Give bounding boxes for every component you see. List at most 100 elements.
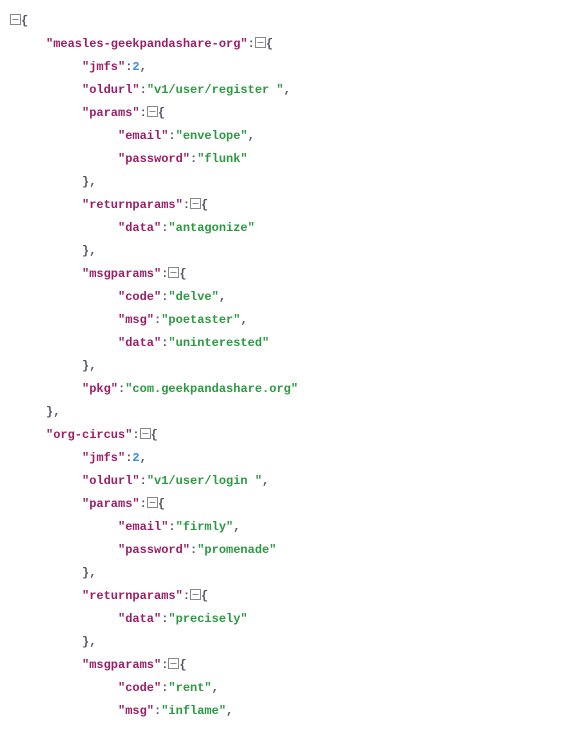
json-line: "returnparams": { — [10, 194, 576, 217]
json-punct: { — [158, 497, 165, 511]
json-line: }, — [10, 562, 576, 585]
json-key: "code" — [118, 681, 161, 695]
json-line: "jmfs":2, — [10, 447, 576, 470]
json-line: "code":"rent", — [10, 677, 576, 700]
json-key: "msgparams" — [82, 267, 161, 281]
json-key: "pkg" — [82, 382, 118, 396]
json-punct: , — [262, 474, 269, 488]
json-string: "inflame" — [161, 704, 226, 718]
json-string: "promenade" — [197, 543, 276, 557]
collapse-toggle-icon[interactable] — [168, 267, 179, 278]
json-line: "oldurl":"v1/user/login ", — [10, 470, 576, 493]
json-punct: : — [183, 589, 190, 603]
json-line: "password":"promenade" — [10, 539, 576, 562]
json-string: "rent" — [168, 681, 211, 695]
json-line: "measles-geekpandashare-org": { — [10, 33, 576, 56]
json-line: "params": { — [10, 493, 576, 516]
json-key: "data" — [118, 221, 161, 235]
json-line: "oldurl":"v1/user/register ", — [10, 79, 576, 102]
json-punct: { — [158, 106, 165, 120]
json-punct: : — [161, 267, 168, 281]
collapse-toggle-icon[interactable] — [190, 589, 201, 600]
json-line: "data":"antagonize" — [10, 217, 576, 240]
json-line: "returnparams":{ — [10, 585, 576, 608]
json-string: "delve" — [168, 290, 218, 304]
json-string: "antagonize" — [168, 221, 254, 235]
json-punct: : — [140, 497, 147, 511]
json-line: "code":"delve", — [10, 286, 576, 309]
json-line: "data":"precisely" — [10, 608, 576, 631]
json-string: "v1/user/register " — [147, 83, 284, 97]
json-punct: : — [248, 37, 255, 51]
json-line: "msgparams":{ — [10, 654, 576, 677]
json-key: "code" — [118, 290, 161, 304]
collapse-toggle-icon[interactable] — [255, 37, 266, 48]
json-punct: }, — [82, 359, 96, 373]
json-punct: , — [212, 681, 219, 695]
json-line: "pkg":"com.geekpandashare.org" — [10, 378, 576, 401]
json-key: "oldurl" — [82, 83, 140, 97]
json-key: "msg" — [118, 704, 154, 718]
json-line: "jmfs":2, — [10, 56, 576, 79]
json-key: "measles-geekpandashare-org" — [46, 37, 248, 51]
collapse-toggle-icon[interactable] — [168, 658, 179, 669]
json-line: "org-circus": { — [10, 424, 576, 447]
collapse-toggle-icon[interactable] — [147, 497, 158, 508]
json-key: "jmfs" — [82, 60, 125, 74]
json-punct: , — [240, 313, 247, 327]
json-line: "msg":"inflame", — [10, 700, 576, 723]
json-punct: }, — [82, 635, 96, 649]
json-punct: , — [140, 60, 147, 74]
json-punct: }, — [46, 405, 60, 419]
json-line: }, — [10, 355, 576, 378]
json-key: "returnparams" — [82, 198, 183, 212]
json-punct: { — [21, 14, 28, 28]
json-line: }, — [10, 240, 576, 263]
json-string: "flunk" — [197, 152, 247, 166]
json-punct: , — [226, 704, 233, 718]
json-punct: : — [183, 198, 190, 212]
json-line: "email":"firmly", — [10, 516, 576, 539]
json-punct: , — [140, 451, 147, 465]
json-punct: : — [132, 428, 139, 442]
json-key: "password" — [118, 543, 190, 557]
json-line: }, — [10, 631, 576, 654]
json-line: }, — [10, 171, 576, 194]
json-key: "params" — [82, 497, 140, 511]
json-key: "msg" — [118, 313, 154, 327]
collapse-toggle-icon[interactable] — [10, 14, 21, 25]
json-line: "msgparams":{ — [10, 263, 576, 286]
json-punct: }, — [82, 244, 96, 258]
json-punct: , — [219, 290, 226, 304]
json-key: "params" — [82, 106, 140, 120]
json-key: "email" — [118, 129, 168, 143]
json-line: }, — [10, 401, 576, 424]
json-punct: { — [266, 37, 273, 51]
json-string: "envelope" — [176, 129, 248, 143]
json-punct: : — [168, 129, 175, 143]
json-string: "com.geekpandashare.org" — [125, 382, 298, 396]
json-line: "msg":"poetaster", — [10, 309, 576, 332]
collapse-toggle-icon[interactable] — [190, 198, 201, 209]
json-line: "password":"flunk" — [10, 148, 576, 171]
collapse-toggle-icon[interactable] — [147, 106, 158, 117]
json-viewer: {"measles-geekpandashare-org":{"jmfs":2,… — [10, 10, 576, 723]
json-punct: { — [151, 428, 158, 442]
json-line: "params":{ — [10, 102, 576, 125]
json-key: "msgparams" — [82, 658, 161, 672]
json-number: 2 — [132, 60, 139, 74]
json-punct: , — [248, 129, 255, 143]
json-punct: }, — [82, 566, 96, 580]
json-string: "uninterested" — [168, 336, 269, 350]
json-punct: { — [201, 589, 208, 603]
json-number: 2 — [132, 451, 139, 465]
json-punct: { — [201, 198, 208, 212]
json-line: "email":"envelope", — [10, 125, 576, 148]
json-line: "data":"uninterested" — [10, 332, 576, 355]
json-key: "email" — [118, 520, 168, 534]
collapse-toggle-icon[interactable] — [140, 428, 151, 439]
json-key: "org-circus" — [46, 428, 132, 442]
json-punct: : — [168, 520, 175, 534]
json-string: "precisely" — [168, 612, 247, 626]
json-string: "v1/user/login " — [147, 474, 262, 488]
